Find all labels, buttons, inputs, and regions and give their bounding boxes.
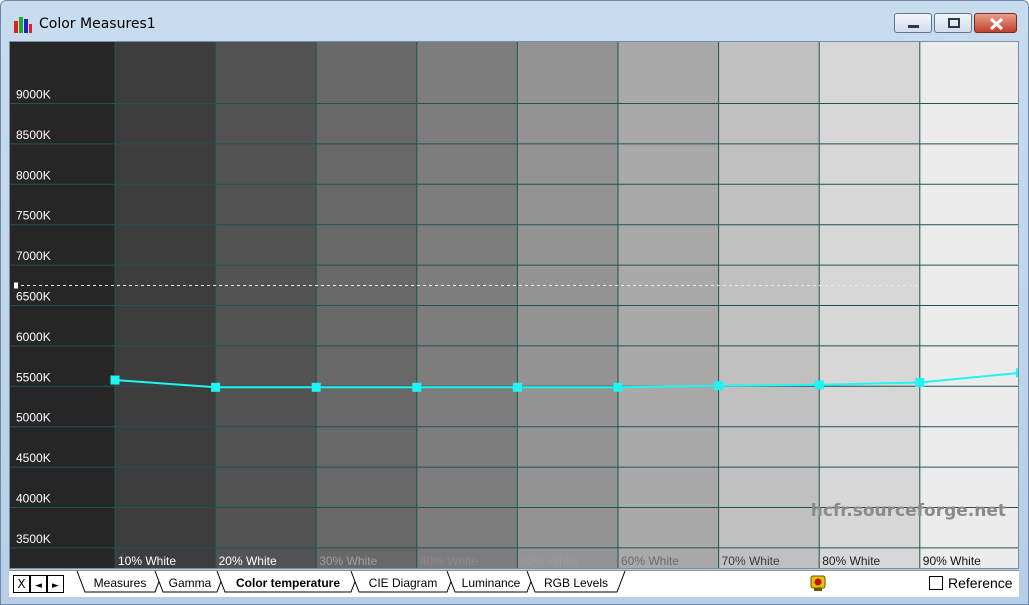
tab-color-temperature[interactable]: Color temperature	[216, 571, 360, 593]
watermark-text: hcfr.sourceforge.net	[811, 501, 1006, 521]
tab-label: Gamma	[169, 576, 212, 590]
y-tick-label: 7500K	[16, 209, 51, 223]
tab-cie-diagram[interactable]: CIE Diagram	[350, 571, 456, 593]
y-tick-label: 3500K	[16, 532, 51, 546]
x-tick-label: 40% White	[420, 554, 478, 568]
y-tick-label: 5500K	[16, 370, 51, 384]
y-tick-label: 8500K	[16, 128, 51, 142]
tab-luminance[interactable]: Luminance	[446, 571, 536, 593]
tab-strip: Measures Gamma Color temperature CIE Diagra…	[76, 571, 626, 593]
tab-bar: X ◄ ► Measures Gamma Color temperature CIE …	[9, 570, 1019, 597]
x-tick-label: 70% White	[722, 554, 780, 568]
data-point	[915, 377, 925, 387]
x-tick-label: 50% White	[520, 554, 578, 568]
y-tick-label: 6000K	[16, 330, 51, 344]
x-tick-label: 80% White	[822, 554, 880, 568]
x-tick-label: 20% White	[219, 554, 277, 568]
y-tick-label: 8000K	[16, 168, 51, 182]
window-title: Color Measures1	[39, 16, 156, 32]
color-sensor-icon[interactable]	[809, 575, 827, 592]
data-point	[512, 382, 522, 392]
data-point	[714, 381, 724, 391]
y-tick-label: 6500K	[16, 290, 51, 304]
y-tick-label: 9000K	[16, 88, 51, 102]
maximize-button[interactable]	[934, 13, 972, 33]
tab-label: RGB Levels	[544, 576, 608, 590]
bar-chart-app-icon	[14, 17, 32, 33]
color-temperature-chart: 9000K 8500K 8000K 7500K 7000K 6500K 6000K 5500K…	[10, 42, 1018, 568]
x-tick-label: 30% White	[319, 554, 377, 568]
y-tick-label: 7000K	[16, 249, 51, 263]
close-button[interactable]	[974, 13, 1017, 33]
tab-label: Color temperature	[236, 576, 340, 590]
data-point	[814, 380, 824, 390]
data-point	[1015, 368, 1018, 378]
maximize-icon	[948, 18, 960, 28]
tab-label: CIE Diagram	[369, 576, 438, 590]
y-tick-label: 4500K	[16, 451, 51, 465]
tab-gamma[interactable]: Gamma	[154, 571, 226, 593]
x-axis-labels: 10% White 20% White 30% White 40% White 50% …	[118, 554, 981, 568]
y-tick-label: 5000K	[16, 411, 51, 425]
title-bar[interactable]: Color Measures1	[1, 1, 1028, 41]
reference-label: Reference	[948, 575, 1013, 591]
tab-measures[interactable]: Measures	[76, 571, 164, 593]
x-tick-label: 10% White	[118, 554, 176, 568]
data-point	[311, 382, 321, 392]
data-point	[110, 375, 120, 385]
reference-marker	[14, 282, 18, 289]
x-tick-label: 90% White	[923, 554, 981, 568]
data-point	[613, 382, 623, 392]
data-point	[412, 382, 422, 392]
close-icon	[989, 17, 1004, 31]
x-tick-label: 60% White	[621, 554, 679, 568]
tab-label: Measures	[94, 576, 147, 590]
reference-checkbox[interactable]	[929, 576, 943, 590]
tab-label: Luminance	[462, 576, 521, 590]
minimize-button[interactable]	[894, 13, 932, 33]
y-tick-label: 4000K	[16, 492, 51, 506]
data-point	[211, 382, 221, 392]
chart-area[interactable]: 9000K 8500K 8000K 7500K 7000K 6500K 6000K 5500K…	[9, 41, 1019, 569]
minimize-icon	[908, 25, 919, 28]
app-window: Color Measures1 9000K 8500K 8000K 7500K 7000…	[0, 0, 1029, 605]
tab-rgb-levels[interactable]: RGB Levels	[526, 571, 626, 593]
